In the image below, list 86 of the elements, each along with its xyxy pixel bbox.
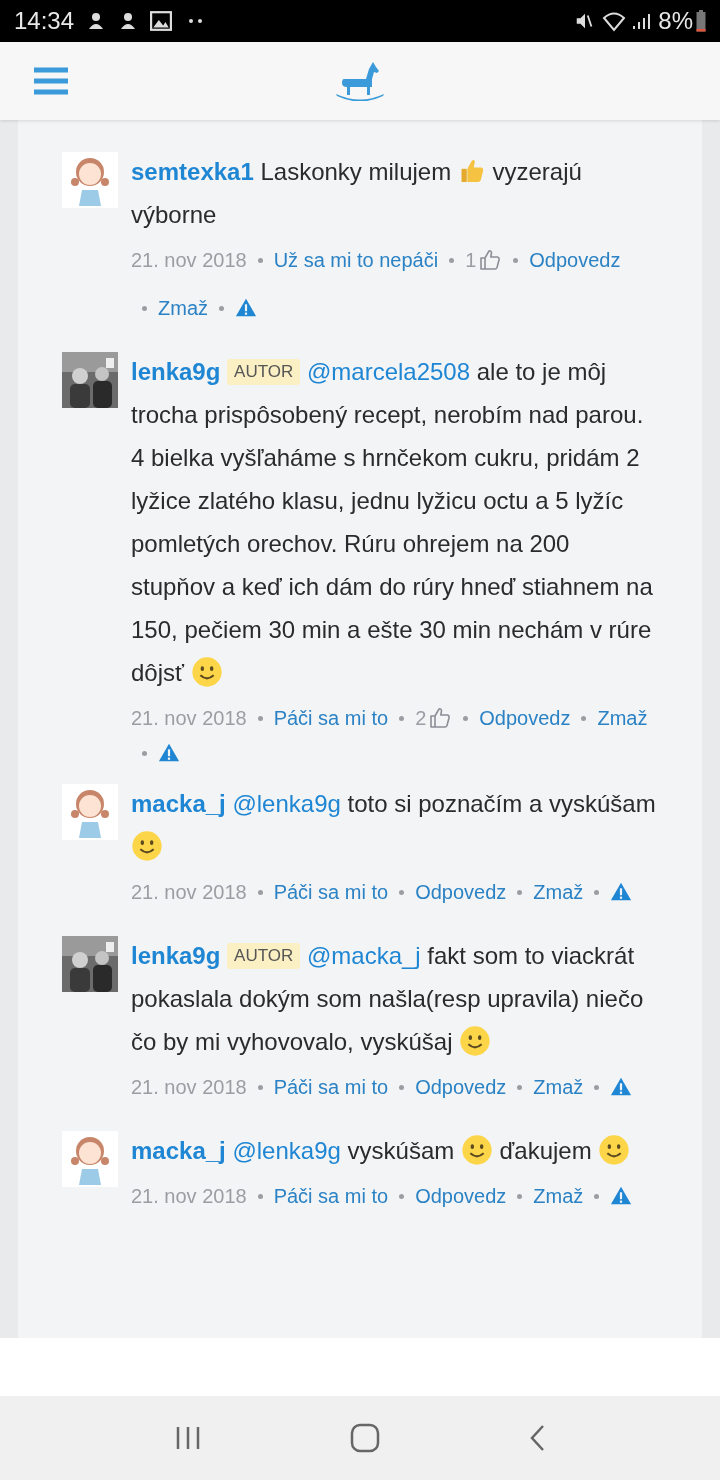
separator-dot-icon: [399, 1084, 405, 1090]
more-icon: [188, 18, 205, 24]
separator-dot-icon: [517, 889, 523, 895]
action-link[interactable]: Páči sa mi to: [273, 868, 389, 916]
smile-emoji-icon: [598, 1134, 631, 1166]
author-badge: AUTOR: [227, 359, 301, 385]
separator-dot-icon: [399, 1193, 405, 1199]
separator-dot-icon: [581, 715, 587, 721]
separator-dot-icon: [142, 750, 147, 756]
girl-avatar-icon: [62, 784, 118, 840]
separator-dot-icon: [142, 305, 147, 311]
image-icon: [150, 10, 173, 32]
rocking-horse-logo-icon[interactable]: [334, 61, 386, 101]
warning-icon[interactable]: [235, 297, 257, 319]
signal-icon: [632, 11, 653, 31]
separator-dot-icon: [257, 715, 263, 721]
status-time: 14:34: [14, 6, 75, 36]
like-count: 2: [415, 706, 427, 731]
action-link[interactable]: Páči sa mi to: [273, 694, 389, 742]
comment-text: macka_j @lenka9g vyskúšam ďakujem: [131, 1129, 658, 1172]
separator-dot-icon: [449, 257, 455, 263]
separator-dot-icon: [513, 257, 519, 263]
recent-apps-icon[interactable]: [174, 1426, 201, 1450]
action-link[interactable]: Páči sa mi to: [273, 1172, 389, 1220]
mention-link[interactable]: @macka_j: [306, 942, 428, 969]
thumbs-up-icon[interactable]: [428, 706, 453, 730]
separator-dot-icon: [257, 1193, 263, 1199]
username[interactable]: lenka9g: [131, 358, 221, 385]
warning-icon[interactable]: [610, 1185, 633, 1207]
action-link[interactable]: Odpovedz: [415, 868, 507, 916]
warning-icon[interactable]: [610, 881, 633, 903]
menu-icon[interactable]: [34, 67, 68, 95]
author-badge: AUTOR: [227, 943, 301, 969]
action-link[interactable]: Zmaž: [597, 694, 648, 742]
girl-avatar-icon: [62, 152, 118, 208]
girl-avatar-icon: [62, 1131, 118, 1187]
action-link[interactable]: Odpovedz: [479, 694, 571, 742]
warning-icon[interactable]: [158, 742, 180, 764]
username[interactable]: macka_j: [131, 790, 226, 817]
action-link[interactable]: Odpovedz: [415, 1063, 507, 1111]
comment-date: 21. nov 2018: [131, 1075, 247, 1100]
separator-dot-icon: [517, 1084, 523, 1090]
like-count: 1: [465, 248, 477, 273]
comment-date: 21. nov 2018: [131, 1184, 247, 1209]
separator-dot-icon: [594, 1193, 600, 1199]
comment-text: semtexka1 Laskonky milujem vyzerajú výborne: [131, 156, 583, 230]
smile-emoji-icon: [459, 1025, 492, 1057]
separator-dot-icon: [463, 715, 469, 721]
username[interactable]: macka_j: [131, 1137, 226, 1164]
action-link[interactable]: Páči sa mi to: [273, 1063, 389, 1111]
username[interactable]: lenka9g: [131, 942, 221, 969]
action-link[interactable]: Odpovedz: [529, 236, 621, 284]
separator-dot-icon: [257, 257, 263, 263]
mention-link[interactable]: @lenka9g: [232, 1137, 348, 1164]
back-icon[interactable]: [529, 1424, 546, 1452]
comment-text: macka_j @lenka9g toto si poznačím a vyskúšam: [131, 782, 658, 868]
action-link[interactable]: Zmaž: [533, 1063, 584, 1111]
username[interactable]: semtexka1: [131, 158, 254, 185]
action-link[interactable]: Zmaž: [533, 1172, 584, 1220]
smile-emoji-icon: [131, 830, 163, 862]
battery-icon: [696, 10, 706, 32]
separator-dot-icon: [594, 1084, 600, 1090]
action-link[interactable]: Odpovedz: [415, 1172, 507, 1220]
separator-dot-icon: [594, 889, 600, 895]
separator-dot-icon: [399, 889, 405, 895]
comment-text: lenka9g AUTOR @macka_j fakt som to viackrát pokaslala dokým som našla(resp upravila) niečo čo by mi vyhovovalo, vyskúšaj: [131, 941, 645, 1059]
separator-dot-icon: [399, 715, 405, 721]
thumbs-up-icon[interactable]: [478, 248, 503, 272]
action-link[interactable]: Zmaž: [158, 284, 208, 332]
home-icon[interactable]: [350, 1423, 380, 1453]
comment-date: 21. nov 2018: [131, 880, 247, 905]
separator-dot-icon: [257, 889, 263, 895]
smile-emoji-icon: [460, 1134, 493, 1166]
comment-date: 21. nov 2018: [131, 248, 247, 273]
separator-dot-icon: [257, 1084, 263, 1090]
separator-dot-icon: [219, 305, 224, 311]
mention-link[interactable]: @marcela2508: [306, 358, 477, 385]
action-link[interactable]: Zmaž: [533, 868, 584, 916]
separator-dot-icon: [517, 1193, 523, 1199]
comment-date: 21. nov 2018: [131, 706, 247, 731]
warning-icon[interactable]: [610, 1076, 633, 1098]
comment-text: lenka9g AUTOR @marcela2508 ale to je môj trocha prispôsobený recept, nerobím nad parou. 4 bielka vyšľaháme s hrnčekom cukru, pridám 2 lyžice zlatého klasu, jednu lyžicu octu a 5 lyžíc pomletých orechov. Rúru ohrejem na 200 stupňov a keď ich dám do rúry hneď stiahnem na 150, pečiem 30 min a ešte 30 min nechám v rúre dôjsť: [131, 357, 654, 690]
smile-emoji-icon: [190, 656, 223, 688]
mention-link[interactable]: @lenka9g: [232, 790, 348, 817]
battery-percent: 8%: [658, 6, 693, 36]
action-link[interactable]: Už sa mi to nepáči: [273, 236, 439, 284]
